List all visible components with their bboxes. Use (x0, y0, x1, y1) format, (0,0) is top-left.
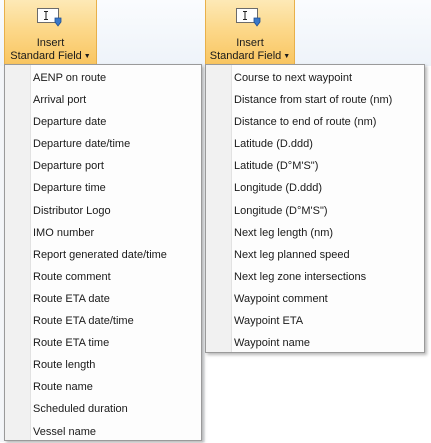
menu-item-distance-to-end[interactable]: Distance to end of route (nm) (233, 111, 422, 133)
menu-item-route-eta-time[interactable]: Route ETA time (32, 332, 199, 354)
menu-item-distributor-logo[interactable]: Distributor Logo (32, 200, 199, 222)
insert-standard-field-button[interactable]: Insert Standard Field ▼ (205, 0, 295, 66)
menu-item-scheduled-duration[interactable]: Scheduled duration (32, 398, 199, 420)
button-label: Standard Field (10, 50, 82, 62)
button-label: Standard Field (209, 50, 282, 62)
menu-item-longitude-decimal[interactable]: Longitude (D.ddd) (233, 177, 422, 199)
dropdown-arrow-icon: ▼ (283, 53, 291, 60)
menu-item-latitude-dms[interactable]: Latitude (D°M'S") (233, 155, 422, 177)
menu-item-next-leg-length[interactable]: Next leg length (nm) (233, 222, 422, 244)
menu-item-latitude-decimal[interactable]: Latitude (D.ddd) (233, 133, 422, 155)
menu-item-waypoint-eta[interactable]: Waypoint ETA (233, 310, 422, 332)
button-label-line1: Insert (236, 37, 264, 49)
menu-item-longitude-dms[interactable]: Longitude (D°M'S") (233, 200, 422, 222)
menu-item-imo-number[interactable]: IMO number (32, 222, 199, 244)
menu-item-next-leg-zone-intersections[interactable]: Next leg zone intersections (233, 266, 422, 288)
menu-item-course-to-next-waypoint[interactable]: Course to next waypoint (233, 67, 422, 89)
menu-item-report-generated-datetime[interactable]: Report generated date/time (32, 244, 199, 266)
menu-icon-gutter (206, 65, 232, 352)
menu-item-aenp-on-route[interactable]: AENP on route (32, 67, 199, 89)
standard-field-menu-waypoint: Course to next waypoint Distance from st… (205, 64, 425, 353)
menu-item-departure-time[interactable]: Departure time (32, 177, 199, 199)
menu-item-route-name[interactable]: Route name (32, 376, 199, 398)
menu-item-route-length[interactable]: Route length (32, 354, 199, 376)
menu-item-route-eta-datetime[interactable]: Route ETA date/time (32, 310, 199, 332)
text-field-icon (36, 8, 63, 28)
menu-item-route-eta-date[interactable]: Route ETA date (32, 288, 199, 310)
button-label-line2: Standard Field ▼ (5, 50, 96, 63)
menu-item-vessel-name[interactable]: Vessel name (32, 421, 199, 443)
dropdown-arrow-icon: ▼ (83, 53, 91, 60)
menu-item-departure-datetime[interactable]: Departure date/time (32, 133, 199, 155)
standard-field-menu-general: AENP on route Arrival port Departure dat… (4, 64, 202, 441)
button-label-line1: Insert (36, 37, 65, 49)
menu-item-departure-port[interactable]: Departure port (32, 155, 199, 177)
menu-item-arrival-port[interactable]: Arrival port (32, 89, 199, 111)
menu-item-distance-from-start[interactable]: Distance from start of route (nm) (233, 89, 422, 111)
menu-item-route-comment[interactable]: Route comment (32, 266, 199, 288)
menu-item-waypoint-comment[interactable]: Waypoint comment (233, 288, 422, 310)
button-label-line2: Standard Field ▼ (206, 50, 294, 63)
menu-item-waypoint-name[interactable]: Waypoint name (233, 332, 422, 354)
menu-item-departure-date[interactable]: Departure date (32, 111, 199, 133)
menu-icon-gutter (5, 65, 31, 440)
insert-standard-field-button[interactable]: Insert Standard Field ▼ (4, 0, 97, 66)
text-field-icon (236, 8, 262, 28)
menu-item-next-leg-planned-speed[interactable]: Next leg planned speed (233, 244, 422, 266)
